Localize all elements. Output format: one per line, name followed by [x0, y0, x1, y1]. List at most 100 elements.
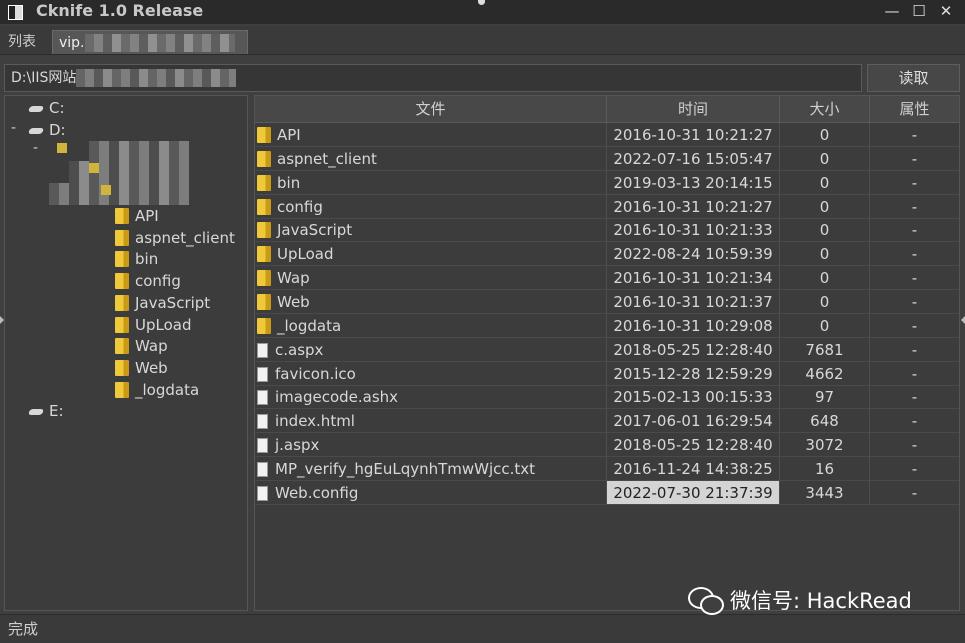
cell-attr[interactable]: - — [870, 218, 959, 243]
table-row[interactable]: j.aspx 2018-05-25 12:28:40 3072- — [255, 433, 959, 458]
cell-name[interactable]: UpLoad — [255, 242, 607, 267]
header-attr[interactable]: 属性 — [870, 96, 959, 122]
tree-drive-e[interactable]: E: — [27, 401, 64, 421]
cell-time[interactable]: 2015-02-13 00:15:33 — [607, 385, 780, 410]
tree-folder[interactable]: bin — [115, 249, 158, 269]
cell-time[interactable]: 2022-08-24 10:59:39 — [607, 242, 780, 267]
table-row[interactable]: API 2016-10-31 10:21:27 0- — [255, 123, 959, 147]
tree-folder[interactable]: API — [115, 206, 159, 226]
cell-time[interactable]: 2019-03-13 20:14:15 — [607, 170, 780, 195]
cell-size[interactable]: 0 — [780, 146, 870, 171]
cell-size[interactable]: 0 — [780, 218, 870, 243]
tree-folder[interactable]: Web — [115, 358, 168, 378]
tree-drive-c[interactable]: C: — [27, 98, 65, 118]
cell-time[interactable]: 2016-10-31 10:29:08 — [607, 313, 780, 338]
resize-handle-icon[interactable] — [478, 0, 485, 5]
cell-time[interactable]: 2015-12-28 12:59:29 — [607, 361, 780, 386]
cell-name[interactable]: JavaScript — [255, 218, 607, 243]
table-row[interactable]: bin 2019-03-13 20:14:15 0- — [255, 170, 959, 195]
cell-attr[interactable]: - — [870, 362, 959, 386]
tree-folder[interactable]: aspnet_client — [115, 228, 235, 248]
cell-time[interactable]: 2016-10-31 10:21:34 — [607, 266, 780, 291]
cell-time[interactable]: 2018-05-25 12:28:40 — [607, 337, 780, 362]
cell-time[interactable]: 2022-07-16 15:05:47 — [607, 146, 780, 171]
cell-name[interactable]: j.aspx — [255, 433, 607, 458]
cell-attr[interactable]: - — [870, 266, 959, 291]
cell-size[interactable]: 0 — [780, 266, 870, 291]
tree-folder[interactable]: JavaScript — [115, 293, 210, 313]
cell-time[interactable]: 2016-10-31 10:21:33 — [607, 218, 780, 243]
table-row[interactable]: Wap 2016-10-31 10:21:34 0- — [255, 266, 959, 291]
cell-time[interactable]: 2016-10-31 10:21:27 — [607, 123, 780, 147]
table-row[interactable]: Web.config 2022-07-30 21:37:39 3443- — [255, 480, 959, 505]
table-row[interactable]: index.html 2017-06-01 16:29:54 648- — [255, 409, 959, 434]
cell-name[interactable]: Wap — [255, 266, 607, 291]
path-input[interactable]: D:\IIS网站 — [4, 64, 862, 92]
cell-size[interactable]: 0 — [780, 123, 870, 147]
table-row[interactable]: c.aspx 2018-05-25 12:28:40 7681- — [255, 337, 959, 362]
cell-name[interactable]: index.html — [255, 409, 607, 434]
cell-time[interactable]: 2016-10-31 10:21:37 — [607, 289, 780, 314]
table-row[interactable]: MP_verify_hgEuLqynhTmwWjcc.txt 2016-11-24… — [255, 456, 959, 481]
cell-attr[interactable]: - — [870, 123, 959, 147]
cell-time[interactable]: 2022-07-30 21:37:39 — [607, 480, 780, 505]
table-row[interactable]: imagecode.ashx 2015-02-13 00:15:33 97- — [255, 385, 959, 410]
cell-name[interactable]: c.aspx — [255, 337, 607, 362]
cell-size[interactable]: 0 — [780, 289, 870, 314]
header-name[interactable]: 文件 — [255, 96, 607, 122]
cell-name[interactable]: _logdata — [255, 313, 607, 338]
cell-size[interactable]: 0 — [780, 170, 870, 195]
table-row[interactable]: JavaScript 2016-10-31 10:21:33 0- — [255, 218, 959, 243]
cell-attr[interactable]: - — [870, 457, 959, 481]
cell-attr[interactable]: - — [870, 290, 959, 314]
table-row[interactable]: favicon.ico 2015-12-28 12:59:29 4662- — [255, 361, 959, 386]
cell-attr[interactable]: - — [870, 171, 959, 195]
header-time[interactable]: 时间 — [607, 96, 780, 122]
cell-attr[interactable]: - — [870, 242, 959, 267]
cell-size[interactable]: 0 — [780, 194, 870, 219]
cell-name[interactable]: config — [255, 194, 607, 219]
cell-name[interactable]: MP_verify_hgEuLqynhTmwWjcc.txt — [255, 456, 607, 481]
cell-size[interactable]: 97 — [780, 385, 870, 410]
cell-time[interactable]: 2018-05-25 12:28:40 — [607, 433, 780, 458]
cell-attr[interactable]: - — [870, 385, 959, 410]
cell-attr[interactable]: - — [870, 147, 959, 171]
cell-time[interactable]: 2016-11-24 14:38:25 — [607, 456, 780, 481]
cell-size[interactable]: 4662 — [780, 361, 870, 386]
tree-folder[interactable]: config — [115, 271, 181, 291]
cell-size[interactable]: 3072 — [780, 433, 870, 458]
tree-folder[interactable]: UpLoad — [115, 315, 191, 335]
cell-size[interactable]: 3443 — [780, 480, 870, 505]
tab-site[interactable]: vip. — [52, 30, 248, 54]
tree-drive-d[interactable]: D: — [27, 120, 66, 140]
cell-attr[interactable]: - — [870, 433, 959, 458]
cell-time[interactable]: 2016-10-31 10:21:27 — [607, 194, 780, 219]
table-row[interactable]: _logdata 2016-10-31 10:29:08 0- — [255, 313, 959, 338]
close-button[interactable]: ✕ — [934, 0, 958, 22]
maximize-button[interactable]: ☐ — [907, 0, 931, 22]
cell-name[interactable]: aspnet_client — [255, 146, 607, 171]
cell-name[interactable]: bin — [255, 170, 607, 195]
collapse-icon[interactable]: - — [33, 140, 38, 156]
tab-list[interactable]: 列表 — [2, 30, 42, 54]
cell-size[interactable]: 16 — [780, 456, 870, 481]
cell-attr[interactable]: - — [870, 409, 959, 434]
cell-size[interactable]: 0 — [780, 313, 870, 338]
table-row[interactable]: aspnet_client 2022-07-16 15:05:47 0- — [255, 146, 959, 171]
table-row[interactable]: UpLoad 2022-08-24 10:59:39 0- — [255, 242, 959, 267]
cell-attr[interactable]: - — [870, 195, 959, 219]
table-row[interactable]: Web 2016-10-31 10:21:37 0- — [255, 289, 959, 314]
table-row[interactable]: config 2016-10-31 10:21:27 0- — [255, 194, 959, 219]
cell-size[interactable]: 7681 — [780, 337, 870, 362]
cell-name[interactable]: Web — [255, 289, 607, 314]
cell-size[interactable]: 0 — [780, 242, 870, 267]
cell-attr[interactable]: - — [870, 481, 959, 505]
tree-folder[interactable]: _logdata — [115, 380, 199, 400]
cell-time[interactable]: 2017-06-01 16:29:54 — [607, 409, 780, 434]
minimize-button[interactable]: — — [880, 0, 904, 22]
cell-name[interactable]: API — [255, 123, 607, 147]
tree-folder[interactable]: Wap — [115, 336, 168, 356]
header-size[interactable]: 大小 — [780, 96, 870, 122]
cell-name[interactable]: favicon.ico — [255, 361, 607, 386]
cell-name[interactable]: Web.config — [255, 480, 607, 505]
